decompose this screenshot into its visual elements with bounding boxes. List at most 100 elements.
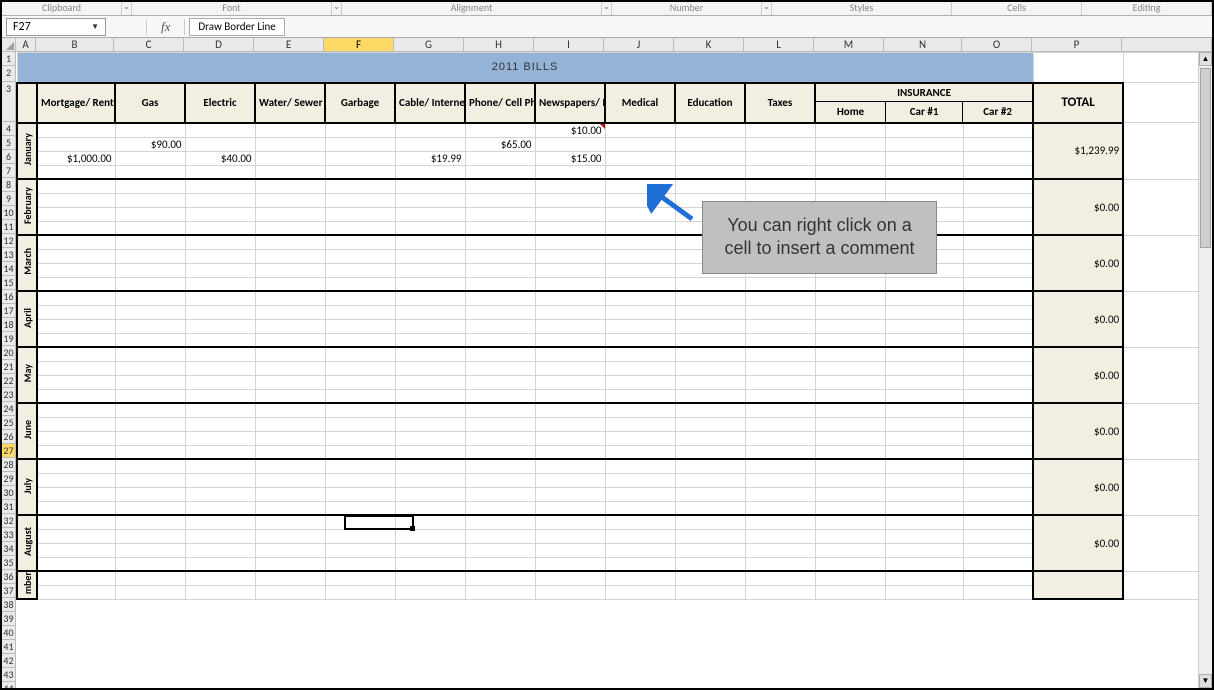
hdr-mortgage[interactable]: Mortgage/ Rent [37,83,115,123]
total-apr[interactable]: $0.00 [1033,291,1123,347]
total-partial[interactable] [1033,571,1123,599]
sheet-title[interactable]: 2011 BILLS [17,53,1033,83]
col-header-D[interactable]: D [184,38,254,51]
cell[interactable] [675,123,745,138]
col-header-L[interactable]: L [744,38,814,51]
month-august[interactable]: August [17,515,37,571]
col-header-E[interactable]: E [254,38,324,51]
row-header[interactable]: 20 [2,346,16,360]
row-header[interactable]: 32 [2,514,16,528]
total-jan[interactable]: $1,239.99 [1033,123,1123,180]
row-header[interactable]: 11 [2,220,16,234]
col-header-H[interactable]: H [464,38,534,51]
cell[interactable] [745,123,815,138]
scroll-down-button[interactable]: ▼ [1199,674,1212,688]
row-header[interactable]: 5 [2,136,16,150]
row-header[interactable]: 35 [2,556,16,570]
col-header-J[interactable]: J [604,38,674,51]
draw-border-line-button[interactable]: Draw Border Line [189,18,284,36]
row-header[interactable]: 29 [2,472,16,486]
month-partial[interactable]: mber [17,571,37,599]
hdr-insurance-group[interactable]: INSURANCE Home Car #1 Car #2 [815,83,1033,123]
row-header[interactable]: 38 [2,598,16,612]
row-header[interactable]: 28 [2,458,16,472]
month-february[interactable]: February [17,179,37,235]
hdr-total[interactable]: TOTAL [1033,83,1123,123]
hdr-electric[interactable]: Electric [185,83,255,123]
cell[interactable] [605,123,675,138]
cell[interactable] [37,123,115,138]
hdr-gas[interactable]: Gas [115,83,185,123]
month-january[interactable]: January [17,123,37,180]
row-header[interactable]: 30 [2,486,16,500]
row-header[interactable]: 16 [2,290,16,304]
cell-jan-news3[interactable]: $15.00 [535,151,605,165]
ribbon-group-font[interactable]: Font [132,2,332,15]
spreadsheet-grid[interactable]: A B C D E F G H I J K L M N O P 1 2 3 4 [2,38,1212,688]
row-header[interactable]: 3 [2,82,16,122]
row-header[interactable]: 41 [2,640,16,654]
row-header[interactable]: 9 [2,192,16,206]
row-header[interactable]: 39 [2,612,16,626]
cell-jan-mortgage[interactable]: $1,000.00 [37,151,115,165]
col-header-B[interactable]: B [36,38,114,51]
month-april[interactable]: April [17,291,37,347]
ribbon-group-styles[interactable]: Styles [772,2,952,15]
fx-icon[interactable]: fx [147,19,184,35]
row-header[interactable]: 44 [2,682,16,688]
ribbon-group-clipboard[interactable]: Clipboard [2,2,122,15]
row-header[interactable]: 36 [2,570,16,584]
cell[interactable] [885,123,963,138]
comment-indicator-icon[interactable] [600,124,605,129]
month-june[interactable]: June [17,403,37,459]
month-header-blank[interactable] [17,83,37,123]
row-header[interactable]: 2 [2,66,16,82]
row-header[interactable]: 15 [2,276,16,290]
row-header[interactable]: 25 [2,416,16,430]
total-feb[interactable]: $0.00 [1033,179,1123,235]
col-header-G[interactable]: G [394,38,464,51]
cell[interactable] [395,123,465,138]
row-header[interactable]: 8 [2,178,16,192]
row-header[interactable]: 1 [2,52,16,66]
row-header[interactable]: 23 [2,388,16,402]
row-header[interactable]: 21 [2,360,16,374]
name-box[interactable]: F27 ▼ [6,18,106,36]
cell[interactable] [115,123,185,138]
row-header[interactable]: 7 [2,164,16,178]
row-header[interactable]: 27 [2,444,16,458]
ribbon-group-cells[interactable]: Cells [952,2,1082,15]
cell[interactable] [185,123,255,138]
row-header[interactable]: 43 [2,668,16,682]
total-mar[interactable]: $0.00 [1033,235,1123,291]
cell[interactable] [963,123,1033,138]
row-header[interactable]: 40 [2,626,16,640]
col-header-A[interactable]: A [16,38,36,51]
row-header[interactable]: 37 [2,584,16,598]
row-header[interactable]: 42 [2,654,16,668]
cell[interactable] [325,123,395,138]
month-july[interactable]: July [17,459,37,515]
row-header[interactable]: 26 [2,430,16,444]
total-may[interactable]: $0.00 [1033,347,1123,403]
hdr-medical[interactable]: Medical [605,83,675,123]
scroll-thumb[interactable] [1200,68,1211,248]
hdr-water[interactable]: Water/ Sewer [255,83,325,123]
col-header-N[interactable]: N [884,38,962,51]
total-aug[interactable]: $0.00 [1033,515,1123,571]
cell[interactable] [255,123,325,138]
hdr-education[interactable]: Education [675,83,745,123]
row-header[interactable]: 14 [2,262,16,276]
row-header[interactable]: 22 [2,374,16,388]
cell-jan-news1[interactable]: $10.00 [535,123,605,138]
hdr-phone[interactable]: Phone/ Cell Phone [465,83,535,123]
row-header[interactable]: 6 [2,150,16,164]
row-header[interactable]: 34 [2,542,16,556]
row-header[interactable]: 17 [2,304,16,318]
vertical-scrollbar[interactable]: ▲ ▼ [1198,52,1212,688]
row-header[interactable]: 19 [2,332,16,346]
total-jul[interactable]: $0.00 [1033,459,1123,515]
hdr-news[interactable]: Newspapers/ Magazines [535,83,605,123]
row-header[interactable]: 13 [2,248,16,262]
col-header-O[interactable]: O [962,38,1032,51]
